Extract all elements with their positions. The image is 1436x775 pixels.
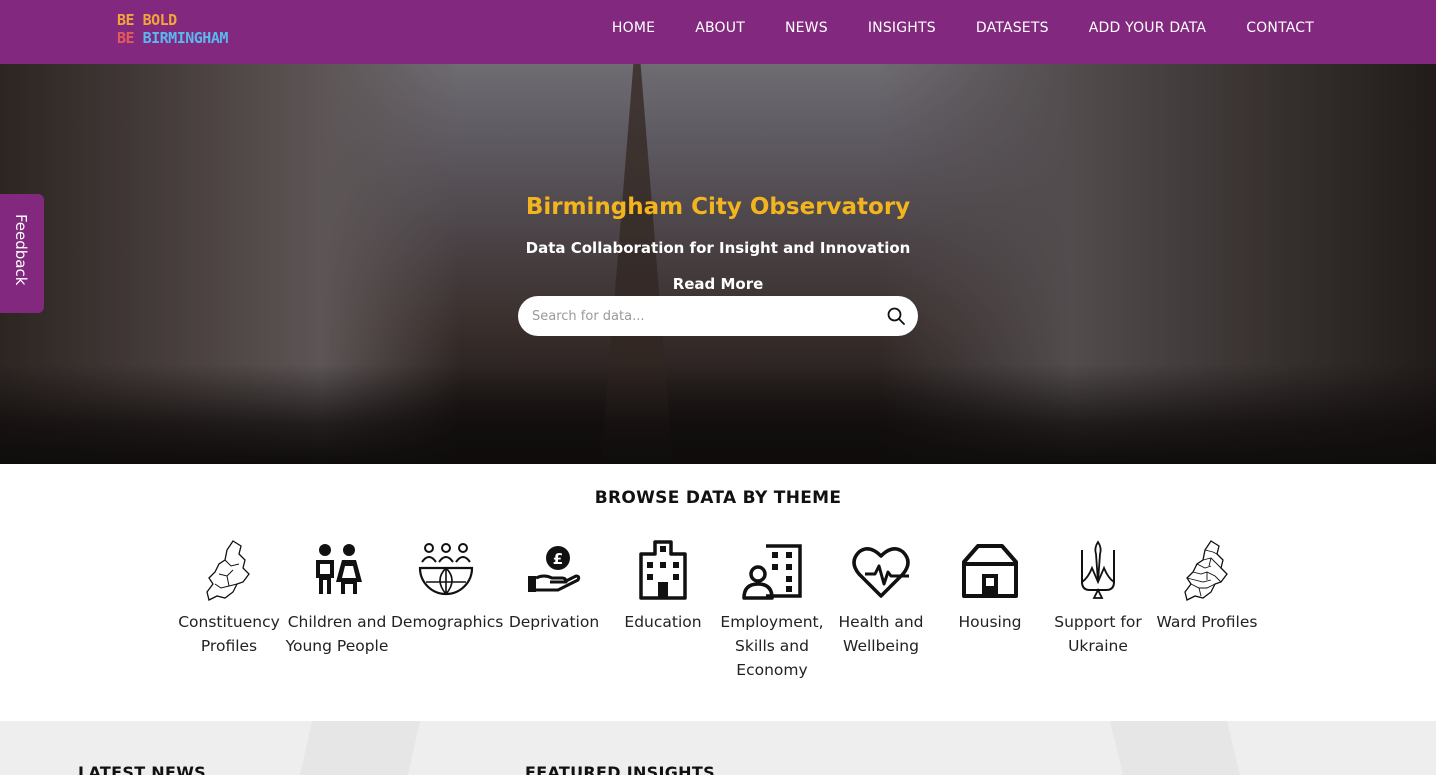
nav-add-your-data[interactable]: ADD YOUR DATA <box>1089 20 1207 36</box>
ward-map-icon <box>1184 540 1228 601</box>
featured-insights-heading: FEATURED INSIGHTS <box>525 763 715 775</box>
main-nav: HOME ABOUT NEWS INSIGHTS DATASETS ADD YO… <box>612 20 1314 36</box>
decorative-wedge-right <box>1110 721 1240 775</box>
hand-pound-icon: £ <box>528 546 581 592</box>
nav-home[interactable]: HOME <box>612 20 655 36</box>
search-icon[interactable] <box>886 306 906 326</box>
house-icon <box>962 544 1018 598</box>
site-header: BE BOLD BE BIRMINGHAM HOME ABOUT NEWS IN… <box>0 0 1436 64</box>
theme-children-and-young-people[interactable]: Children and Young People <box>282 538 392 658</box>
theme-demographics[interactable]: Demographics <box>391 538 503 634</box>
hero-subtitle: Data Collaboration for Insight and Innov… <box>525 239 911 257</box>
children-icon <box>316 544 362 594</box>
school-building-icon <box>639 540 687 600</box>
nav-news[interactable]: NEWS <box>785 20 828 36</box>
news-insights-band: LATEST NEWS FEATURED INSIGHTS <box>0 721 1436 775</box>
worker-building-icon <box>742 544 802 600</box>
search-input[interactable] <box>532 306 872 326</box>
heart-pulse-icon <box>852 547 910 598</box>
nav-datasets[interactable]: DATASETS <box>976 20 1049 36</box>
ukraine-trident-icon <box>1081 540 1115 599</box>
theme-employment-skills-economy[interactable]: Employment, Skills and Economy <box>717 538 827 682</box>
theme-housing[interactable]: Housing <box>935 538 1045 634</box>
read-more-link[interactable]: Read More <box>0 275 1436 293</box>
be-bold-be-birmingham-logo[interactable]: BE BOLD BE BIRMINGHAM <box>117 11 228 47</box>
nav-about[interactable]: ABOUT <box>695 20 745 36</box>
hero-banner: Birmingham City Observatory Data Collabo… <box>0 64 1436 464</box>
theme-support-for-ukraine[interactable]: Support for Ukraine <box>1043 538 1153 658</box>
theme-education[interactable]: Education <box>608 538 718 634</box>
latest-news-heading: LATEST NEWS <box>78 763 206 775</box>
feedback-label: Feedback <box>12 214 30 286</box>
browse-themes-heading: BROWSE DATA BY THEME <box>594 488 842 508</box>
globe-people-icon <box>418 543 474 596</box>
theme-health-and-wellbeing[interactable]: Health and Wellbeing <box>826 538 936 658</box>
theme-deprivation[interactable]: £ Deprivation <box>499 538 609 634</box>
constituency-map-icon <box>206 540 250 601</box>
nav-insights[interactable]: INSIGHTS <box>868 20 936 36</box>
feedback-tab[interactable]: Feedback <box>0 194 44 313</box>
nav-contact[interactable]: CONTACT <box>1246 20 1314 36</box>
search-bar <box>518 296 918 336</box>
svg-text:£: £ <box>553 550 563 568</box>
theme-ward-profiles[interactable]: Ward Profiles <box>1152 538 1262 634</box>
theme-constituency-profiles[interactable]: Constituency Profiles <box>174 538 284 658</box>
hero-overlay <box>0 64 1436 464</box>
hero-title: Birmingham City Observatory <box>525 194 911 220</box>
decorative-wedge-left <box>300 721 420 775</box>
